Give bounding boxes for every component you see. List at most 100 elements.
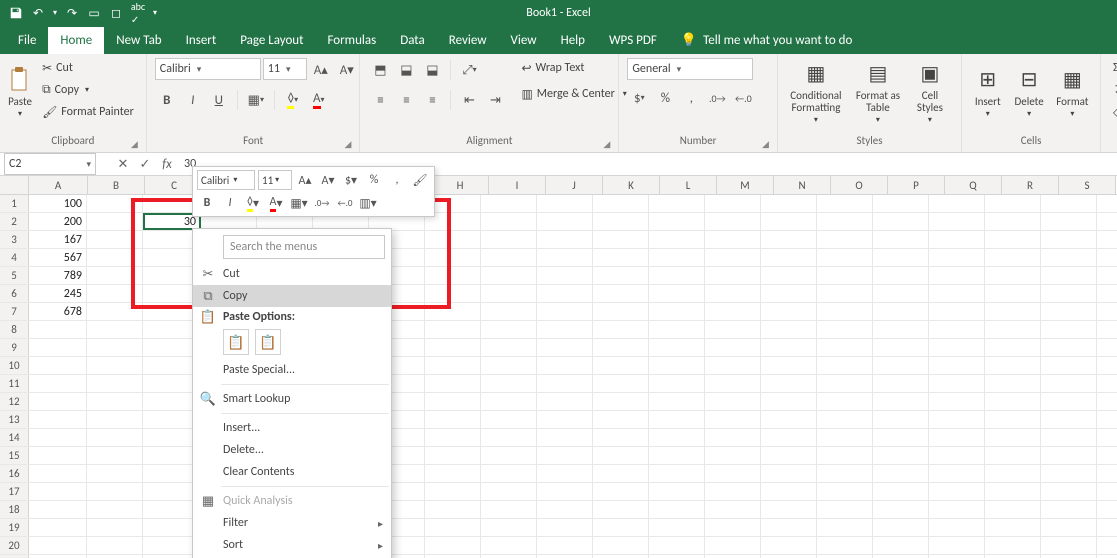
cell-Q17[interactable]	[929, 483, 985, 500]
cell-H13[interactable]	[425, 411, 481, 428]
cell-J20[interactable]	[537, 537, 593, 554]
cell-R20[interactable]	[985, 537, 1041, 554]
cell-J1[interactable]	[537, 195, 593, 212]
cell-B3[interactable]	[87, 231, 143, 248]
cell-K18[interactable]	[593, 501, 649, 518]
context-clear-contents[interactable]: Clear Contents	[193, 461, 391, 483]
cell-L8[interactable]	[649, 321, 705, 338]
mini-bold[interactable]: B	[197, 193, 217, 213]
cell-A11[interactable]	[29, 375, 87, 392]
cell-Q20[interactable]	[929, 537, 985, 554]
row-header-14[interactable]: 14	[0, 429, 29, 446]
cell-R11[interactable]	[985, 375, 1041, 392]
cell-Q2[interactable]	[929, 213, 985, 230]
mini-comma[interactable]: ,	[387, 170, 407, 190]
cell-R19[interactable]	[985, 519, 1041, 536]
cell-M12[interactable]	[705, 393, 761, 410]
cell-L7[interactable]	[649, 303, 705, 320]
cell-H14[interactable]	[425, 429, 481, 446]
cell-P6[interactable]	[873, 285, 929, 302]
cell-N12[interactable]	[761, 393, 817, 410]
row-header-7[interactable]: 7	[0, 303, 29, 320]
cell-K9[interactable]	[593, 339, 649, 356]
cell-J6[interactable]	[537, 285, 593, 302]
context-insert[interactable]: Insert...	[193, 417, 391, 439]
mini-dec-decimal[interactable]: ←.0	[335, 193, 355, 213]
cell-J10[interactable]	[537, 357, 593, 374]
cell-R10[interactable]	[985, 357, 1041, 374]
tab-review[interactable]: Review	[437, 27, 499, 54]
cell-R5[interactable]	[985, 267, 1041, 284]
context-search-input[interactable]: Search the menus	[223, 235, 385, 259]
cell-H3[interactable]	[425, 231, 481, 248]
context-filter[interactable]: Filter▸	[193, 512, 391, 534]
cell-P10[interactable]	[873, 357, 929, 374]
cell-K11[interactable]	[593, 375, 649, 392]
cell-H18[interactable]	[425, 501, 481, 518]
cell-A6[interactable]: 245	[29, 285, 87, 302]
cell-P17[interactable]	[873, 483, 929, 500]
cell-L5[interactable]	[649, 267, 705, 284]
increase-decimal-button[interactable]: .0→	[705, 86, 729, 110]
font-name-combo[interactable]: Calibri▾	[155, 58, 261, 80]
cell-K7[interactable]	[593, 303, 649, 320]
cell-A19[interactable]	[29, 519, 87, 536]
cell-S2[interactable]	[1041, 213, 1097, 230]
cell-P9[interactable]	[873, 339, 929, 356]
cell-H7[interactable]	[425, 303, 481, 320]
cell-H9[interactable]	[425, 339, 481, 356]
cell-Q12[interactable]	[929, 393, 985, 410]
cell-Q14[interactable]	[929, 429, 985, 446]
cell-K14[interactable]	[593, 429, 649, 446]
font-color-button[interactable]: A▾	[307, 88, 331, 112]
qat-button-5[interactable]: ◻	[106, 3, 126, 23]
conditional-formatting-button[interactable]: ▦Conditional Formatting▾	[786, 58, 846, 126]
cell-I11[interactable]	[481, 375, 537, 392]
cell-N2[interactable]	[761, 213, 817, 230]
cell-M20[interactable]	[705, 537, 761, 554]
cell-P8[interactable]	[873, 321, 929, 338]
cell-O4[interactable]	[817, 249, 873, 266]
mini-font-color[interactable]: A▾	[266, 193, 286, 213]
tab-help[interactable]: Help	[549, 27, 597, 54]
cell-J19[interactable]	[537, 519, 593, 536]
cell-S1[interactable]	[1041, 195, 1097, 212]
cell-K3[interactable]	[593, 231, 649, 248]
number-format-combo[interactable]: General▾	[627, 58, 753, 80]
copy-button[interactable]: ⧉Copy▾	[38, 80, 138, 100]
cell-H12[interactable]	[425, 393, 481, 410]
select-all-button[interactable]	[0, 176, 29, 194]
cell-P11[interactable]	[873, 375, 929, 392]
italic-button[interactable]: I	[181, 88, 205, 112]
save-button[interactable]	[6, 3, 26, 23]
column-header-A[interactable]: A	[29, 176, 88, 194]
cell-H19[interactable]	[425, 519, 481, 536]
cell-I15[interactable]	[481, 447, 537, 464]
cell-K19[interactable]	[593, 519, 649, 536]
column-header-H[interactable]: H	[432, 176, 489, 194]
row-header-19[interactable]: 19	[0, 519, 29, 536]
delete-cells-button[interactable]: ⊟Delete▾	[1011, 58, 1046, 126]
mini-inc-decimal[interactable]: .0→	[312, 193, 332, 213]
row-header-12[interactable]: 12	[0, 393, 29, 410]
mini-italic[interactable]: I	[220, 193, 240, 213]
cell-J5[interactable]	[537, 267, 593, 284]
cell-P7[interactable]	[873, 303, 929, 320]
cell-L14[interactable]	[649, 429, 705, 446]
cell-B1[interactable]	[87, 195, 143, 212]
cell-A12[interactable]	[29, 393, 87, 410]
cell-J11[interactable]	[537, 375, 593, 392]
cell-O13[interactable]	[817, 411, 873, 428]
cell-L20[interactable]	[649, 537, 705, 554]
cell-J17[interactable]	[537, 483, 593, 500]
cell-Q3[interactable]	[929, 231, 985, 248]
tell-me[interactable]: 💡 Tell me what you want to do	[669, 27, 865, 54]
cell-B9[interactable]	[87, 339, 143, 356]
mini-grow-font[interactable]: A▴	[295, 170, 315, 190]
cell-O9[interactable]	[817, 339, 873, 356]
font-size-combo[interactable]: 11▾	[263, 58, 307, 80]
cell-L17[interactable]	[649, 483, 705, 500]
cell-H20[interactable]	[425, 537, 481, 554]
row-header-11[interactable]: 11	[0, 375, 29, 392]
cell-I13[interactable]	[481, 411, 537, 428]
